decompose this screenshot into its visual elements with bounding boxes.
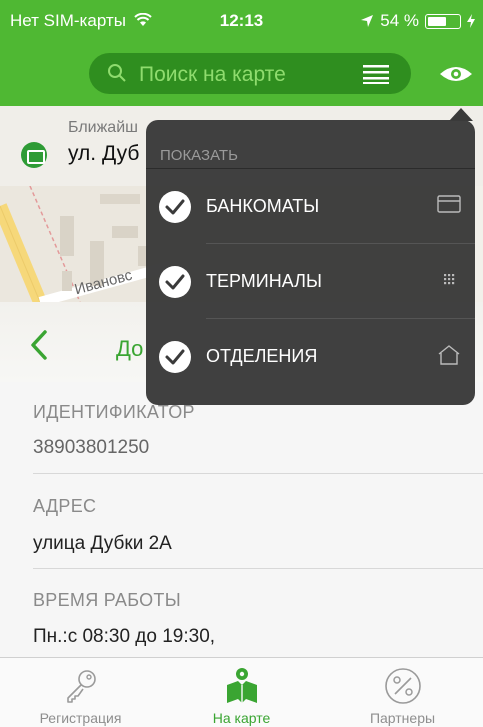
id-value: 38903801250 (33, 437, 150, 458)
filter-label: БАНКОМАТЫ (206, 196, 320, 216)
card-icon (437, 195, 461, 213)
popover-header: ПОКАЗАТЬ (160, 147, 238, 164)
tab-partners[interactable]: Партнеры (322, 658, 483, 727)
battery-percent: 54 % (380, 11, 419, 30)
search-icon (108, 64, 126, 82)
atm-marker-icon (21, 142, 47, 168)
filter-label: ТЕРМИНАЛЫ (206, 271, 322, 291)
nearest-street[interactable]: ул. Дуб (68, 142, 139, 166)
filter-branches[interactable]: ОТДЕЛЕНИЯ (146, 319, 475, 394)
filter-atms[interactable]: БАНКОМАТЫ (146, 169, 475, 244)
hours-label: ВРЕМЯ РАБОТЫ (33, 590, 181, 610)
map-person-icon (226, 668, 257, 703)
map-search-field[interactable]: Поиск на карте (89, 53, 411, 94)
hours-value: Пн.:с 08:30 до 19:30, (33, 626, 216, 647)
search-placeholder: Поиск на карте (139, 63, 286, 86)
filter-label: ОТДЕЛЕНИЯ (206, 346, 318, 366)
house-icon (438, 345, 460, 365)
checkmark-icon[interactable] (159, 266, 191, 298)
checkmark-icon[interactable] (159, 341, 191, 373)
tab-bar: Регистрация На карте Партнеры (0, 657, 483, 727)
checkmark-icon[interactable] (159, 191, 191, 223)
atm-details: ИДЕНТИФИКАТОР 38903801250 АДРЕС улица Ду… (0, 382, 483, 657)
divider (33, 473, 483, 474)
eye-icon[interactable] (438, 60, 474, 88)
back-chevron-icon[interactable] (30, 330, 48, 360)
tab-registration[interactable]: Регистрация (0, 658, 161, 727)
header: Нет SIM-карты 12:13 54 % Поиск на карте (0, 0, 483, 106)
tab-label: На карте (212, 710, 271, 726)
percent-icon (384, 668, 421, 704)
detail-title: До (116, 336, 144, 361)
status-right: 54 % (360, 11, 475, 31)
tab-map[interactable]: На карте (161, 658, 322, 727)
location-arrow-icon (361, 15, 374, 27)
id-label: ИДЕНТИФИКАТОР (33, 402, 195, 422)
address-label: АДРЕС (33, 496, 97, 516)
address-value: улица Дубки 2А (33, 533, 172, 554)
tab-label: Регистрация (39, 710, 122, 726)
filter-terminals[interactable]: ТЕРМИНАЛЫ (146, 244, 475, 319)
battery-icon (425, 13, 461, 29)
filter-popover: ПОКАЗАТЬ БАНКОМАТЫ ТЕРМИНАЛЫ ОТДЕЛЕНИЯ (146, 120, 475, 405)
nearest-label: Ближайш (68, 119, 138, 136)
divider (33, 568, 483, 569)
key-icon (66, 670, 96, 703)
charging-icon (467, 14, 475, 28)
grid-dots-icon (444, 274, 455, 285)
list-icon[interactable] (363, 64, 389, 84)
status-bar: Нет SIM-карты 12:13 54 % (0, 0, 483, 40)
tab-label: Партнеры (369, 710, 436, 726)
